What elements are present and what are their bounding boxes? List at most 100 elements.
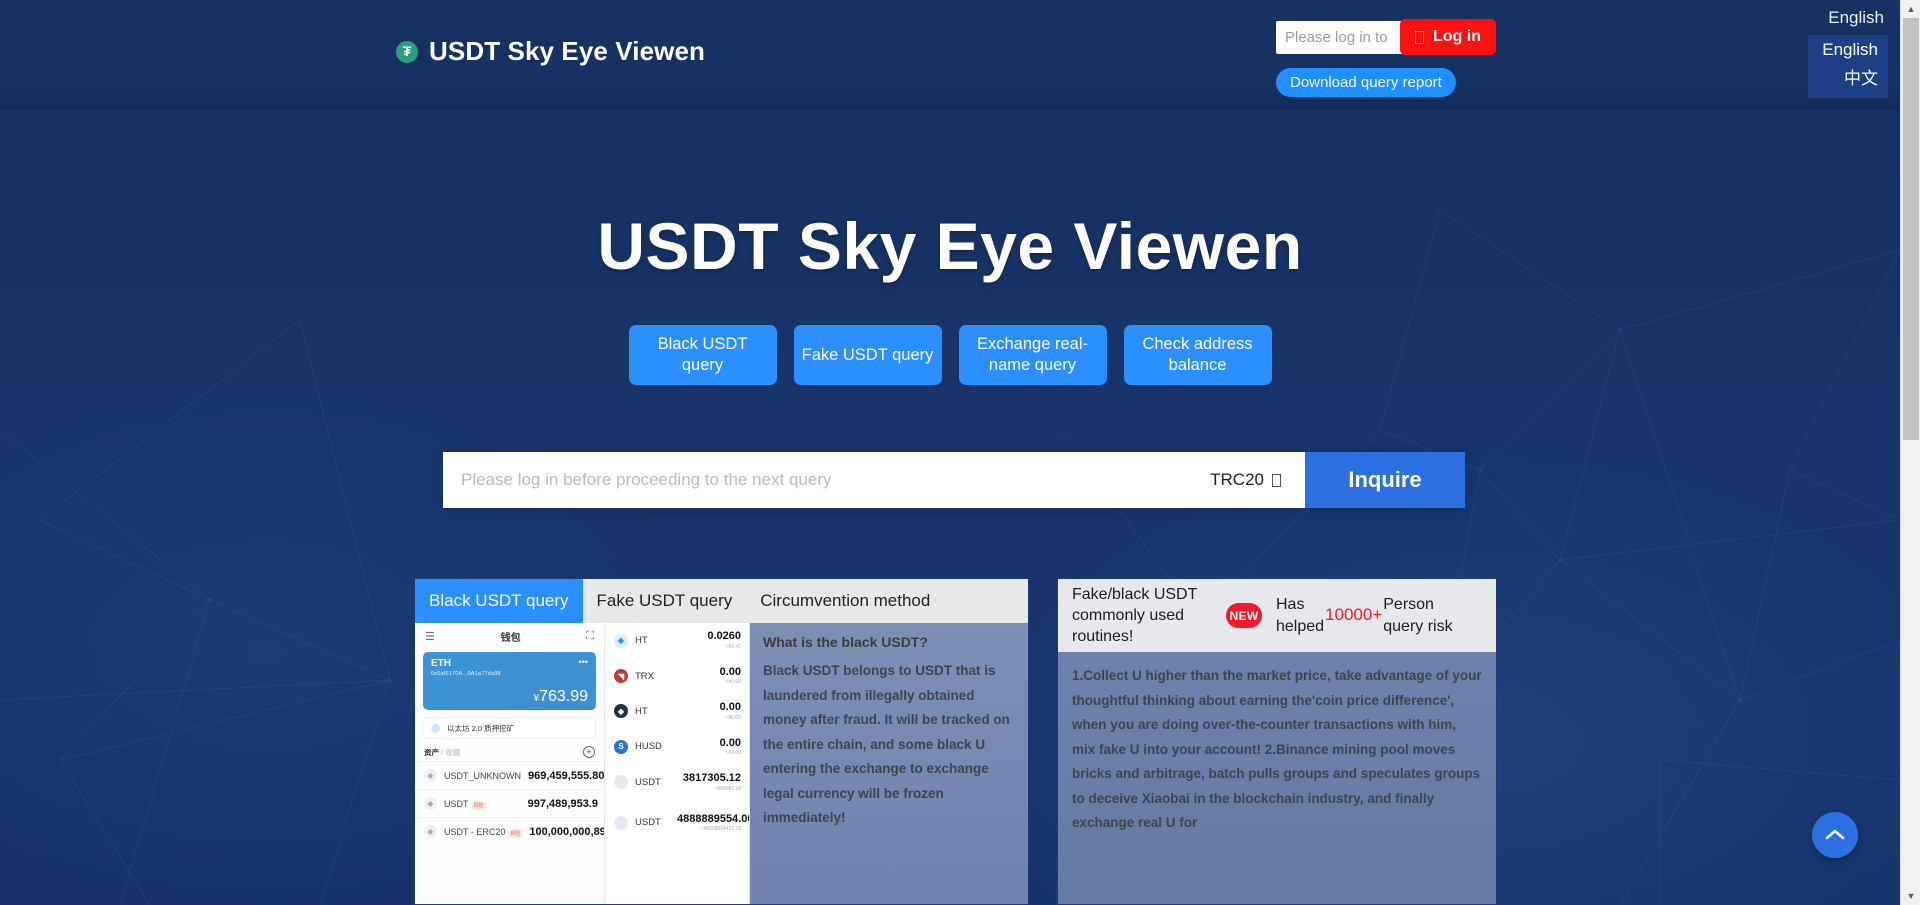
black-usdt-info: What is the black USDT? Black USDT belon… bbox=[750, 623, 1028, 904]
brand[interactable]: ₮ USDT Sky Eye Viewen bbox=[396, 36, 705, 67]
token-list-screenshot: ◆ HT 0.0260 ≈¥2.41 ◥ TRX 0.00 ≈¥0.00 ◆ H… bbox=[605, 623, 750, 904]
quick-button-exchange-real-name-query[interactable]: Exchange real-name query bbox=[958, 325, 1107, 385]
usdt-token-icon bbox=[614, 775, 628, 790]
token-fiat: ≈¥8338924427.70 bbox=[700, 826, 741, 833]
token-fiat: ≈¥69087.34 bbox=[714, 785, 741, 792]
wallet-chain-name: ETH bbox=[431, 658, 451, 669]
token-symbol: USDT bbox=[635, 776, 661, 788]
wallet-title: 钱包 bbox=[500, 633, 521, 644]
token-symbol: HUSD bbox=[635, 741, 662, 753]
tab-fake-usdt-query[interactable]: Fake USDT query bbox=[583, 579, 747, 623]
page-root: ₮ USDT Sky Eye Viewen Log in Download qu… bbox=[0, 0, 1920, 905]
panel-tabs: Black USDT query Fake USDT query Circumv… bbox=[415, 579, 1028, 623]
wallet-address: 0x0af6170A...0A1a77da98 bbox=[431, 671, 501, 677]
helped-suffix-line2: query risk bbox=[1383, 617, 1453, 635]
routines-card: Fake/black USDT commonly used routines! … bbox=[1057, 578, 1497, 905]
scrollbar-thumb[interactable] bbox=[1903, 18, 1919, 440]
info-heading: What is the black USDT? bbox=[763, 634, 928, 650]
info-body: Black USDT belongs to USDT that is laund… bbox=[763, 663, 1010, 826]
helped-count: 10000+ bbox=[1325, 605, 1383, 625]
list-item: S HUSD 0.00 ≈¥0.00 bbox=[605, 729, 749, 764]
vertical-scrollbar[interactable]: ▲ ▼ bbox=[1900, 0, 1920, 905]
assets-tab: 资产 bbox=[424, 747, 439, 757]
wallet-stake-banner: 以太坊 2.0 质押挖矿 bbox=[423, 717, 596, 739]
language-switcher[interactable]: English English 中文 bbox=[1780, 8, 1888, 98]
risk-tag: 风险 bbox=[508, 829, 523, 838]
token-symbol: TRX bbox=[635, 670, 654, 682]
language-current-label[interactable]: English bbox=[1780, 8, 1888, 28]
quick-button-check-address-balance[interactable]: Check address balance bbox=[1123, 325, 1272, 385]
helped-prefix-line1: Has bbox=[1276, 596, 1305, 614]
add-asset-icon: + bbox=[583, 746, 595, 758]
list-item: ◆ HT 0.00 ≈¥0.00 bbox=[605, 694, 749, 729]
scroll-to-top-button[interactable] bbox=[1812, 812, 1858, 858]
wallet-assets-header: 资产 / 收藏 + bbox=[415, 739, 604, 761]
search-input[interactable] bbox=[461, 470, 1201, 490]
quick-action-buttons: Black USDT query Fake USDT query Exchang… bbox=[0, 325, 1900, 385]
tether-logo-icon: ₮ bbox=[396, 40, 418, 63]
chevron-up-icon bbox=[1825, 829, 1845, 840]
wallet-assets-label: 资产 / 收藏 bbox=[424, 747, 461, 757]
login-button[interactable]: Log in bbox=[1400, 19, 1496, 55]
quick-button-fake-usdt-query[interactable]: Fake USDT query bbox=[793, 325, 942, 385]
token-amount: 4888889554.00 bbox=[677, 812, 750, 825]
scan-icon: ⛶ bbox=[586, 630, 594, 642]
asset-name-text: USDT bbox=[444, 798, 469, 809]
token-values: 3817305.12 ≈¥69087.34 bbox=[683, 772, 741, 792]
login-button-label: Log in bbox=[1433, 28, 1481, 45]
wallet-screenshot: ☰ 钱包 ⛶ ••• ETH 0x0af6170A...0A1a77da98 ¥… bbox=[415, 623, 605, 904]
helped-prefix-line2: helped bbox=[1276, 617, 1325, 635]
download-query-report-button[interactable]: Download query report bbox=[1276, 68, 1456, 97]
collect-tab: 收藏 bbox=[445, 747, 461, 757]
husd-token-icon: S bbox=[614, 739, 628, 754]
tab-black-usdt-query[interactable]: Black USDT query bbox=[415, 579, 583, 623]
token-fiat: ≈¥0.00 bbox=[725, 679, 741, 686]
scrollbar-up-arrow-icon[interactable]: ▲ bbox=[1901, 0, 1920, 18]
list-item: USDT 3817305.12 ≈¥69087.34 bbox=[605, 765, 749, 800]
token-amount: 0.0260 bbox=[707, 630, 741, 643]
helped-stat: Has helped 10000+ Person query risk bbox=[1276, 594, 1453, 636]
token-values: 4888889554.00 ≈¥8338924427.70 bbox=[677, 812, 750, 833]
usdt-token-icon bbox=[614, 815, 628, 830]
quick-button-black-usdt-query[interactable]: Black USDT query bbox=[628, 325, 777, 385]
token-amount: 0.00 bbox=[719, 736, 741, 749]
token-fiat: ≈¥2.41 bbox=[725, 643, 741, 650]
scrollbar-down-arrow-icon[interactable]: ▼ bbox=[1901, 887, 1920, 905]
token-icon: ◆ bbox=[424, 825, 437, 838]
chevron-down-icon bbox=[1272, 473, 1281, 487]
language-option-chinese[interactable]: 中文 bbox=[1808, 63, 1888, 92]
search-field: TRC20 bbox=[443, 452, 1305, 508]
login-input[interactable] bbox=[1276, 21, 1406, 54]
asset-value: 997,489,953.9 bbox=[527, 797, 598, 810]
site-header: ₮ USDT Sky Eye Viewen Log in Download qu… bbox=[0, 0, 1900, 110]
inquire-button[interactable]: Inquire bbox=[1305, 452, 1465, 508]
panel-body: ☰ 钱包 ⛶ ••• ETH 0x0af6170A...0A1a77da98 ¥… bbox=[415, 623, 1028, 904]
trx-token-icon: ◥ bbox=[614, 669, 628, 684]
ht-token-icon: ◆ bbox=[614, 704, 628, 719]
asset-name-text: USDT - ERC20 bbox=[444, 826, 506, 837]
token-symbol: USDT bbox=[635, 817, 661, 829]
token-fiat: ≈¥0.00 bbox=[725, 750, 741, 757]
tab-circumvention-method[interactable]: Circumvention method bbox=[746, 579, 944, 623]
menu-icon: ☰ bbox=[425, 631, 435, 643]
more-icon: ••• bbox=[578, 657, 588, 667]
token-amount: 0.00 bbox=[719, 701, 741, 714]
wallet-balance: ¥763.99 bbox=[534, 688, 589, 706]
chain-select[interactable]: TRC20 bbox=[1210, 470, 1287, 490]
routines-card-header: Fake/black USDT commonly used routines! … bbox=[1058, 579, 1496, 652]
helped-suffix-line1: Person bbox=[1383, 596, 1434, 614]
asset-value: 100,000,000,89 bbox=[529, 825, 605, 838]
language-menu[interactable]: English 中文 bbox=[1808, 35, 1888, 98]
asset-name: USDT 风险 bbox=[444, 798, 486, 810]
hero-title: USDT Sky Eye Viewen bbox=[597, 209, 1303, 283]
brand-title: USDT Sky Eye Viewen bbox=[429, 36, 705, 66]
risk-tag: 风险 bbox=[471, 801, 486, 810]
token-icon: ◆ bbox=[424, 797, 437, 810]
language-option-english[interactable]: English bbox=[1808, 39, 1888, 63]
helped-prefix: Has helped bbox=[1276, 594, 1324, 636]
token-icon: ◆ bbox=[424, 769, 437, 782]
token-values: 0.00 ≈¥0.00 bbox=[719, 736, 741, 757]
token-values: 0.0260 ≈¥2.41 bbox=[707, 631, 741, 650]
user-icon bbox=[1415, 30, 1424, 44]
ht-token-icon: ◆ bbox=[614, 633, 628, 648]
